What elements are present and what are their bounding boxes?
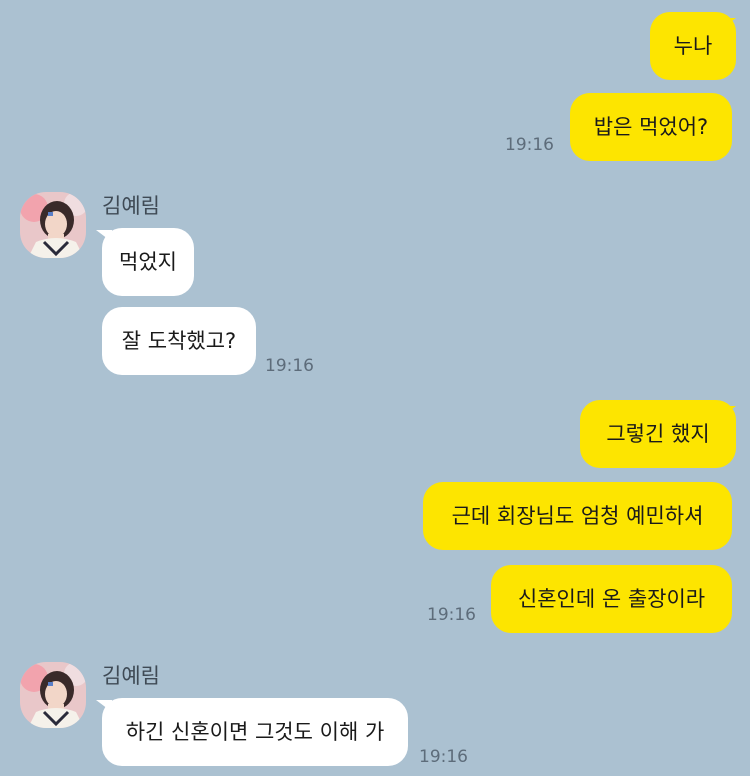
message-timestamp: 19:16 bbox=[505, 135, 554, 155]
my-message-bubble[interactable]: 신혼인데 온 출장이라 bbox=[491, 565, 732, 633]
profile-photo-icon bbox=[20, 192, 86, 258]
message-timestamp: 19:16 bbox=[427, 605, 476, 625]
my-message-bubble[interactable]: 밥은 먹었어? bbox=[570, 93, 732, 161]
contact-avatar[interactable] bbox=[20, 662, 86, 728]
their-message-bubble[interactable]: 먹었지 bbox=[102, 228, 194, 296]
my-message-bubble[interactable]: 근데 회장님도 엄청 예민하셔 bbox=[423, 482, 732, 550]
contact-name: 김예림 bbox=[102, 194, 160, 218]
my-message-bubble[interactable]: 누나 bbox=[650, 12, 736, 80]
contact-name: 김예림 bbox=[102, 664, 160, 688]
my-message-bubble[interactable]: 그렇긴 했지 bbox=[580, 400, 736, 468]
their-message-bubble[interactable]: 잘 도착했고? bbox=[102, 307, 256, 375]
profile-photo-icon bbox=[20, 662, 86, 728]
contact-avatar[interactable] bbox=[20, 192, 86, 258]
their-message-bubble[interactable]: 하긴 신혼이면 그것도 이해 가 bbox=[102, 698, 408, 766]
message-timestamp: 19:16 bbox=[265, 356, 314, 376]
message-timestamp: 19:16 bbox=[419, 747, 468, 767]
